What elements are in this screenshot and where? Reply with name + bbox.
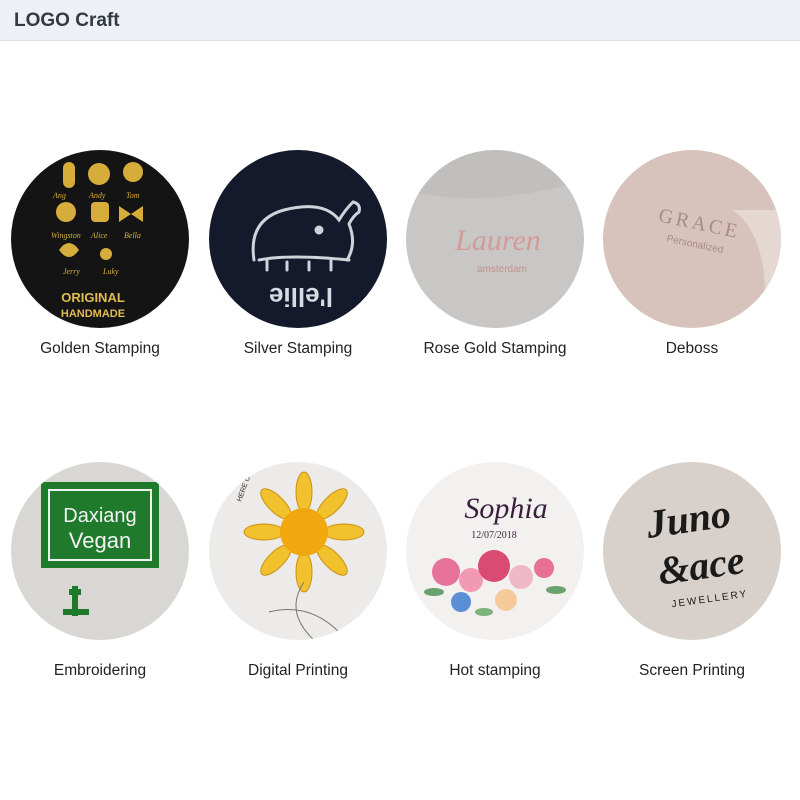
- header-bar: LOGO Craft: [0, 0, 800, 41]
- rose-gold-stamping-image: Lauren amsterdam: [406, 150, 584, 328]
- craft-label: Hot stamping: [449, 662, 541, 679]
- silver-text: l'ellie: [269, 282, 333, 312]
- svg-text:Ang: Ang: [52, 191, 66, 200]
- svg-text:Tom: Tom: [126, 191, 140, 200]
- deboss-image: GRACE Personalized: [603, 150, 781, 328]
- craft-label: Embroidering: [53, 662, 147, 679]
- silver-stamping-image: l'ellie: [209, 150, 387, 328]
- craft-label: Screen Printing: [639, 662, 745, 679]
- svg-text:Andy: Andy: [88, 191, 106, 200]
- hot-stamp-text-1: Sophia: [464, 492, 547, 525]
- golden-text-1: ORIGINAL: [61, 290, 125, 305]
- svg-text:Wingston: Wingston: [51, 231, 81, 240]
- craft-label: Golden Stamping: [40, 340, 160, 357]
- svg-text:Luky: Luky: [102, 267, 119, 276]
- craft-label: Rose Gold Stamping: [423, 340, 567, 357]
- screen-printing-image: Juno &ace JEWELLERY: [603, 462, 781, 640]
- rose-gold-text-2: amsterdam: [477, 264, 527, 275]
- golden-text-2: HANDMADE: [61, 308, 125, 320]
- svg-text:Bella: Bella: [124, 231, 141, 240]
- digital-printing-image: HERE C: [209, 462, 387, 640]
- page-title: LOGO Craft: [14, 10, 120, 31]
- craft-label: Silver Stamping: [243, 340, 353, 357]
- embroidery-text-2: Vegan: [69, 528, 131, 553]
- craft-label: Deboss: [665, 340, 719, 357]
- embroidery-text-1: Daxiang: [63, 505, 136, 527]
- svg-text:Jerry: Jerry: [63, 267, 80, 276]
- svg-text:Alice: Alice: [90, 231, 108, 240]
- embroidering-image: Daxiang Vegan: [11, 462, 189, 640]
- golden-stamping-image: Ang Andy Tom Wingston Alice Bella Jerry …: [11, 150, 189, 328]
- hot-stamp-text-2: 12/07/2018: [471, 530, 517, 541]
- rose-gold-text-1: Lauren: [454, 224, 541, 257]
- hot-stamping-image: Sophia 12/07/2018: [406, 462, 584, 640]
- craft-label: Digital Printing: [248, 662, 348, 679]
